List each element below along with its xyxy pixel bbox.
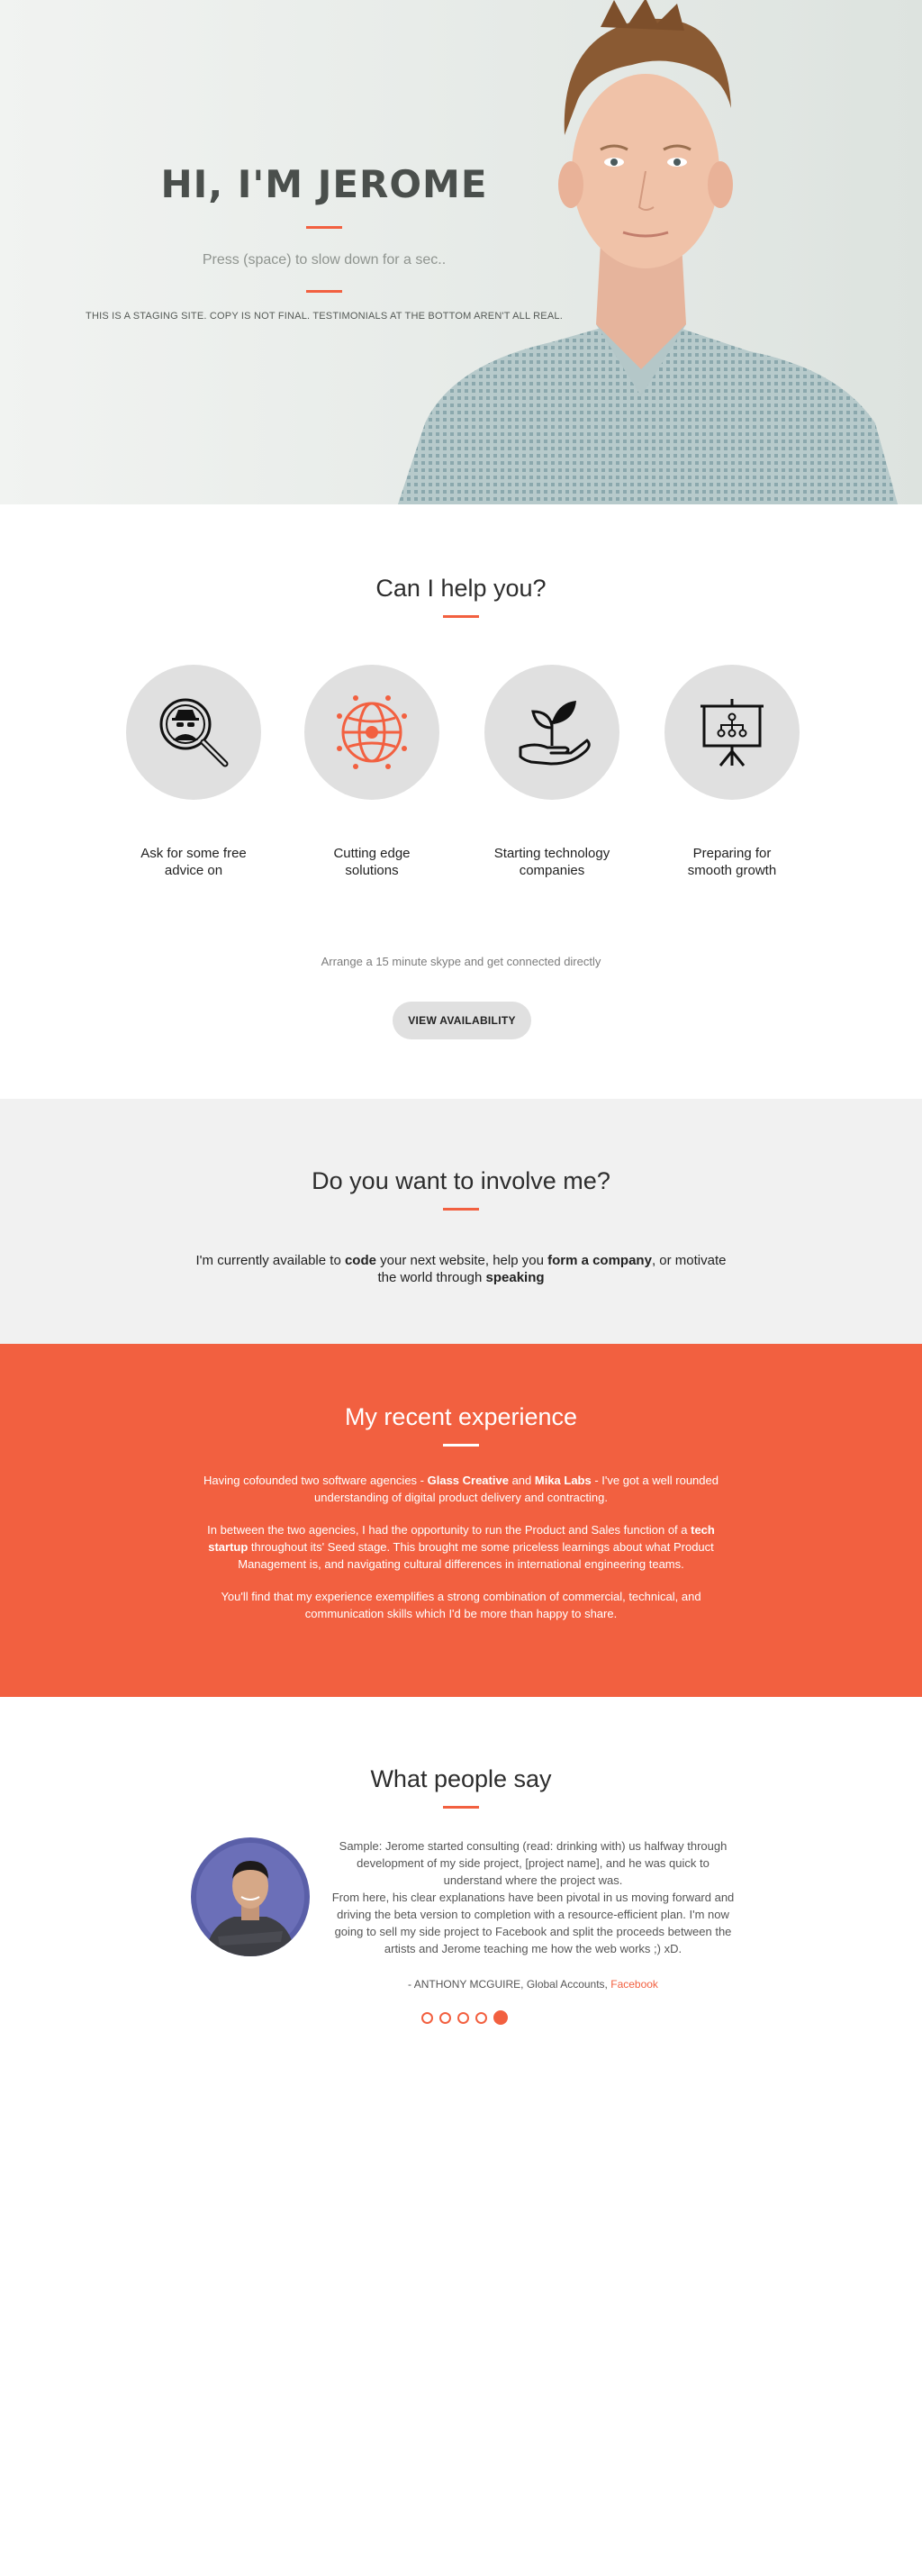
arrange-call-text: Arrange a 15 minute skype and get connec…: [321, 955, 601, 968]
experience-paragraph: You'll find that my experience exemplifi…: [221, 1590, 701, 1620]
hero-subtitle: Press (space) to slow down for a sec..: [202, 252, 447, 268]
service-circle: [484, 665, 619, 800]
involve-section-title: Do you want to involve me?: [312, 1167, 610, 1194]
exp-text: In between the two agencies, I had the o…: [207, 1523, 692, 1537]
presentation-board-icon: [701, 699, 764, 766]
service-circle: [304, 665, 439, 800]
experience-paragraph: In between the two agencies, I had the o…: [200, 1521, 722, 1573]
service-item-advice[interactable]: Ask for some free advice on: [126, 665, 261, 879]
accent-divider: [306, 290, 342, 293]
accent-divider: [443, 1806, 479, 1809]
service-circle: [126, 665, 261, 800]
staging-notice: THIS IS A STAGING SITE. COPY IS NOT FINA…: [86, 311, 563, 322]
testimonial-attribution: - ANTHONY MCGUIRE, Global Accounts, Face…: [328, 1978, 738, 1991]
carousel-dots: [421, 2010, 508, 2025]
exp-text: and: [508, 1474, 535, 1487]
hero-title: HI, I'M JEROME: [160, 162, 488, 206]
service-label: Cutting edge solutions: [333, 846, 411, 878]
experience-body: Having cofounded two software agencies -…: [200, 1472, 722, 1622]
experience-section-title: My recent experience: [344, 1403, 578, 1430]
testimonial-quote: Sample: Jerome started consulting (read:…: [328, 1837, 738, 1957]
quote-paragraph: Sample: Jerome started consulting (read:…: [339, 1839, 728, 1887]
carousel-dot[interactable]: [475, 2011, 487, 2024]
service-label: Ask for some free advice on: [140, 846, 247, 878]
service-item-growth[interactable]: Preparing for smooth growth: [664, 665, 800, 879]
exp-text: Having cofounded two software agencies -: [203, 1474, 428, 1487]
carousel-dot-active[interactable]: [493, 2010, 508, 2025]
exp-company-glass-creative: Glass Creative: [427, 1474, 509, 1487]
exp-company-mika-labs: Mika Labs: [534, 1474, 592, 1487]
help-section: Can I help you? Ask for some free advice…: [0, 504, 922, 1099]
quote-paragraph: From here, his clear explanations have b…: [331, 1891, 735, 1955]
spy-magnifier-icon: [159, 698, 229, 767]
attribution-author: - ANTHONY MCGUIRE, Global Accounts,: [408, 1978, 611, 1991]
involve-keyword-code: code: [344, 1253, 376, 1268]
service-item-startups[interactable]: Starting technology companies: [484, 665, 619, 879]
avatar: [191, 1837, 310, 1956]
accent-divider: [443, 615, 479, 618]
globe-network-icon: [337, 695, 407, 769]
hero-section: HI, I'M JEROME Press (space) to slow dow…: [0, 0, 922, 504]
involve-text-part: I'm currently available to: [195, 1253, 345, 1268]
attribution-company-link[interactable]: Facebook: [610, 1978, 658, 1991]
service-circle: [664, 665, 800, 800]
services-list: Ask for some free advice on Cutting edge…: [126, 665, 801, 899]
exp-text: throughout its' Seed stage. This brought…: [238, 1540, 714, 1571]
view-availability-button[interactable]: VIEW AVAILABILITY: [393, 1002, 531, 1039]
service-label: Starting technology companies: [493, 846, 610, 878]
carousel-dot[interactable]: [457, 2011, 469, 2024]
involve-text: I'm currently available to code your nex…: [191, 1252, 731, 1286]
testimonials-section: What people say Sample: Jerome started c…: [0, 1697, 922, 2057]
testimonials-section-title: What people say: [370, 1765, 552, 1792]
carousel-dot[interactable]: [421, 2011, 433, 2024]
accent-divider: [443, 1208, 479, 1211]
involve-text-part: your next website, help you: [375, 1253, 548, 1268]
service-label: Preparing for smooth growth: [687, 846, 777, 878]
hero-text-block: HI, I'M JEROME Press (space) to slow dow…: [54, 162, 594, 322]
service-item-solutions[interactable]: Cutting edge solutions: [304, 665, 439, 879]
experience-section: My recent experience Having cofounded tw…: [0, 1344, 922, 1697]
involve-section: Do you want to involve me? I'm currently…: [0, 1099, 922, 1344]
help-section-title: Can I help you?: [375, 575, 547, 602]
carousel-dot[interactable]: [439, 2011, 451, 2024]
involve-keyword-speaking: speaking: [485, 1270, 545, 1285]
experience-paragraph: Having cofounded two software agencies -…: [200, 1472, 722, 1506]
white-divider: [443, 1444, 479, 1447]
hand-sprout-icon: [519, 701, 591, 766]
accent-divider: [306, 226, 342, 229]
involve-keyword-company: form a company: [547, 1253, 652, 1268]
